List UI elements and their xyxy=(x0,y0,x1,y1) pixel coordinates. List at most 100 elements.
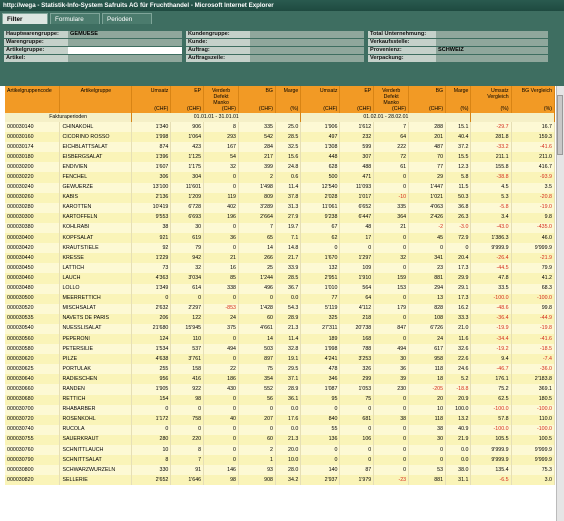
warengruppe-field[interactable] xyxy=(68,39,182,46)
col-header-verderb[interactable]: Verderb Defekt Manko xyxy=(203,86,239,106)
table-row[interactable]: 000030480 LOLLO 1'349 614 338 496 36.7 1'010 564… xyxy=(5,283,555,294)
tab-filter[interactable]: Filter xyxy=(2,13,48,24)
col-header-verderb[interactable]: Verderb Defekt Manko xyxy=(373,86,410,106)
table-row[interactable]: 000030460 LAUCH 4'363 3'034 85 1'244 28.5 2'951… xyxy=(5,273,555,284)
cell-value: -2 xyxy=(408,222,447,234)
table-row[interactable]: 000030280 KAROTTEN 10'419 6'728 402 3'289 31.3… xyxy=(5,202,555,213)
tab-perioden[interactable]: Perioden xyxy=(102,13,152,24)
artikel-field[interactable] xyxy=(68,55,182,62)
col-header-bg[interactable]: BG xyxy=(238,86,276,106)
table-row[interactable]: 000030620 PILZE 4'638 3'761 0 897 19.1 4'241 3'2… xyxy=(5,354,555,365)
cell-value: 25 xyxy=(238,263,276,274)
table-row[interactable]: 000030140 CHINAKOHL 1'340 906 8 335 25.0 1'906 1… xyxy=(5,122,555,133)
table-row[interactable]: 000030420 KRAUTSTIELE 92 79 0 14 14.8 0 0 0 0 0 9'99… xyxy=(5,243,555,254)
col-header-ep[interactable]: EP xyxy=(339,86,375,106)
table-row[interactable]: 000030520 MISCHSALAT 2'632 2'297 -853 1'428 54… xyxy=(5,303,555,314)
col-header-ep[interactable]: EP xyxy=(170,86,205,106)
table-row[interactable]: 000030580 PETERSILIE 1'534 537 494 503 32.8 1'9… xyxy=(5,344,555,355)
cell-value: 36.7 xyxy=(275,283,302,294)
cell-value: 11.4 xyxy=(275,182,302,193)
col-header-marge[interactable]: Marge xyxy=(275,86,302,106)
cell-value: 30 xyxy=(408,434,447,445)
table-row[interactable]: 000030200 ENDIVIEN 1'607 1'175 32 399 24.8 628 4… xyxy=(5,162,555,173)
table-row[interactable]: 000030260 KABIS 2'136 1'209 119 809 37.8 2'028 1… xyxy=(5,192,555,203)
table-row[interactable]: 000030640 RADIESCHEN 956 416 186 354 37.1 346 29… xyxy=(5,374,555,385)
col-header-marge[interactable]: Marge xyxy=(445,86,472,106)
cell-value: 14 xyxy=(238,243,276,254)
table-row[interactable]: 000030400 KOPFSALAT 921 619 36 65 7.1 62 17 0 45 72… xyxy=(5,233,555,244)
cell-value: 87 xyxy=(339,465,375,476)
auftragszeile-field[interactable] xyxy=(250,55,364,62)
table-row[interactable]: 000030820 SELLERIE 2'652 1'646 98 908 34.2 2'93… xyxy=(5,475,555,486)
table-row[interactable]: 000030380 KOHLRABI 38 30 0 7 19.7 67 48 21 -2 -3.0-… xyxy=(5,222,555,234)
cell-value: 6'726 xyxy=(408,323,447,334)
col-header-bg[interactable]: BG xyxy=(408,86,447,106)
kunde-field[interactable] xyxy=(250,39,364,46)
cell-value: 24 xyxy=(203,313,239,324)
table-row[interactable]: 000030440 KRESSE 1'229 942 21 266 21.7 1'670 1'2… xyxy=(5,253,555,264)
col-header-umsatz[interactable]: Umsatz xyxy=(300,86,341,106)
cell-value: 13 xyxy=(408,293,447,304)
table-row[interactable]: 000030760 SCHNITTLAUCH 10 8 0 2 20.0 0 0 0 0 0.0 9'9… xyxy=(5,445,555,456)
col-header-umsatz-vergleich[interactable]: Umsatz Vergleich xyxy=(470,86,512,106)
cell-value: 33.3 xyxy=(445,313,472,324)
cell-value: 897 xyxy=(238,354,276,365)
col-header-name[interactable]: Artikelgruppe xyxy=(59,86,133,106)
table-row[interactable]: 000030680 RETTICH 154 98 0 56 36.1 95 75 0 20 20.9 6… xyxy=(5,394,555,405)
cell-code: 000030450 xyxy=(5,263,61,274)
scrollbar-thumb[interactable] xyxy=(557,95,563,155)
cell-value: 1'498 xyxy=(238,182,276,193)
cell-value: 881 xyxy=(408,273,447,284)
cell-value: 1'209 xyxy=(170,192,205,203)
table-row[interactable]: 000030755 SAUERKRAUT 280 220 0 60 21.3 136 106 0 3… xyxy=(5,434,555,445)
table-row[interactable]: 000030740 RUCOLA 0 0 0 0 0.0 55 0 0 38 40.9 -100.0 -1… xyxy=(5,424,555,435)
verpackung-field[interactable] xyxy=(436,55,548,62)
cell-value: 0 xyxy=(203,172,239,183)
table-row[interactable]: 000030180 EISBERGSALAT 1'396 1'125 54 217 15.6… xyxy=(5,152,555,163)
cell-value: 27'311 xyxy=(300,323,341,334)
table-row[interactable]: 000030500 MEERRETTICH 0 0 0 0 0.0 77 64 0 13 17.3 -1… xyxy=(5,293,555,304)
artikelgruppe-field[interactable] xyxy=(68,47,182,54)
col-header-code[interactable]: Artikelgruppencode xyxy=(5,86,61,106)
col-header-bg-vergleich[interactable]: BG Vergleich xyxy=(511,86,555,106)
total-unternehmung-field[interactable] xyxy=(436,31,548,38)
table-row[interactable]: 000030660 RANDEN 1'905 922 430 552 28.9 1'087 1'… xyxy=(5,384,555,395)
table-row[interactable]: 000030700 RHABARBER 0 0 0 0 0.0 0 0 0 10 100.0 -100.… xyxy=(5,404,555,415)
cell-code: 000030420 xyxy=(5,243,61,254)
table-row[interactable]: 000030540 NUESSLISALAT 21'680 15'945 375 4'66… xyxy=(5,323,555,334)
table-row[interactable]: 000030535 NAVETS DE PARIS 206 122 24 60 28.9 32… xyxy=(5,313,555,324)
cell-value: 7 xyxy=(373,122,410,133)
table-row[interactable]: 000030220 FENCHEL 306 304 0 2 0.6 500 471 0 29 5.8-… xyxy=(5,172,555,183)
verkaufsstelle-field[interactable] xyxy=(436,39,548,46)
cell-value: 79.9 xyxy=(511,263,555,274)
cell-value: 0 xyxy=(373,313,410,324)
cell-value: 179 xyxy=(373,303,410,314)
filter-panel: Hauptwarengruppe: GEMUESE Warengruppe: A… xyxy=(0,24,564,86)
table-row[interactable]: 000030450 LATTICH 73 32 16 25 33.9 132 109 0 23 17.… xyxy=(5,263,555,274)
table-row[interactable]: 000030800 SCHWARZWURZELN 330 91 146 93 28.0 140… xyxy=(5,465,555,476)
cell-name: RANDEN xyxy=(59,384,133,395)
table-row[interactable]: 000030300 KARTOFFELN 9'553 6'693 196 2'664 27.… xyxy=(5,212,555,223)
cell-value: 2'951 xyxy=(300,273,341,284)
cell-value: 1'447 xyxy=(408,182,447,193)
cell-value: -36.0 xyxy=(511,364,555,375)
table-row[interactable]: 000030160 CICORINO ROSSO 1'998 1'064 293 542 2… xyxy=(5,132,555,143)
cell-value: 24.6 xyxy=(445,364,472,375)
cell-value: 93 xyxy=(238,465,276,476)
auftrag-field[interactable] xyxy=(250,47,364,54)
table-row[interactable]: 000030720 ROSENKOHL 1'172 758 40 207 17.6 840 68… xyxy=(5,414,555,425)
table-row[interactable]: 000030560 PEPERONI 124 110 0 14 11.4 189 168 0 24 1… xyxy=(5,333,555,345)
cell-value: 24 xyxy=(408,333,447,345)
table-row[interactable]: 000030625 PORTULAK 255 158 22 75 29.5 478 326 36 1… xyxy=(5,364,555,375)
table-row[interactable]: 000030240 GEWUERZE 13'100 11'601 0 1'498 11.4 1… xyxy=(5,182,555,193)
col-header-umsatz[interactable]: Umsatz xyxy=(131,86,172,106)
table-row[interactable]: 000030790 SCHNITTSALAT 8 7 0 1 10.0 0 0 0 0 0.0 9'99… xyxy=(5,455,555,466)
tab-formulare[interactable]: Formulare xyxy=(50,13,100,24)
hauptwarengruppe-field[interactable]: GEMUESE xyxy=(68,31,182,38)
cell-value: 2'632 xyxy=(131,303,172,314)
kundengruppe-field[interactable] xyxy=(250,31,364,38)
cell-name: KRESSE xyxy=(59,253,133,264)
table-row[interactable]: 000030174 EICHBLATTSALAT 874 423 167 284 32.5 1… xyxy=(5,142,555,153)
provenienz-field[interactable]: SCHWEIZ xyxy=(436,47,548,54)
cell-value: 28.9 xyxy=(275,313,302,324)
